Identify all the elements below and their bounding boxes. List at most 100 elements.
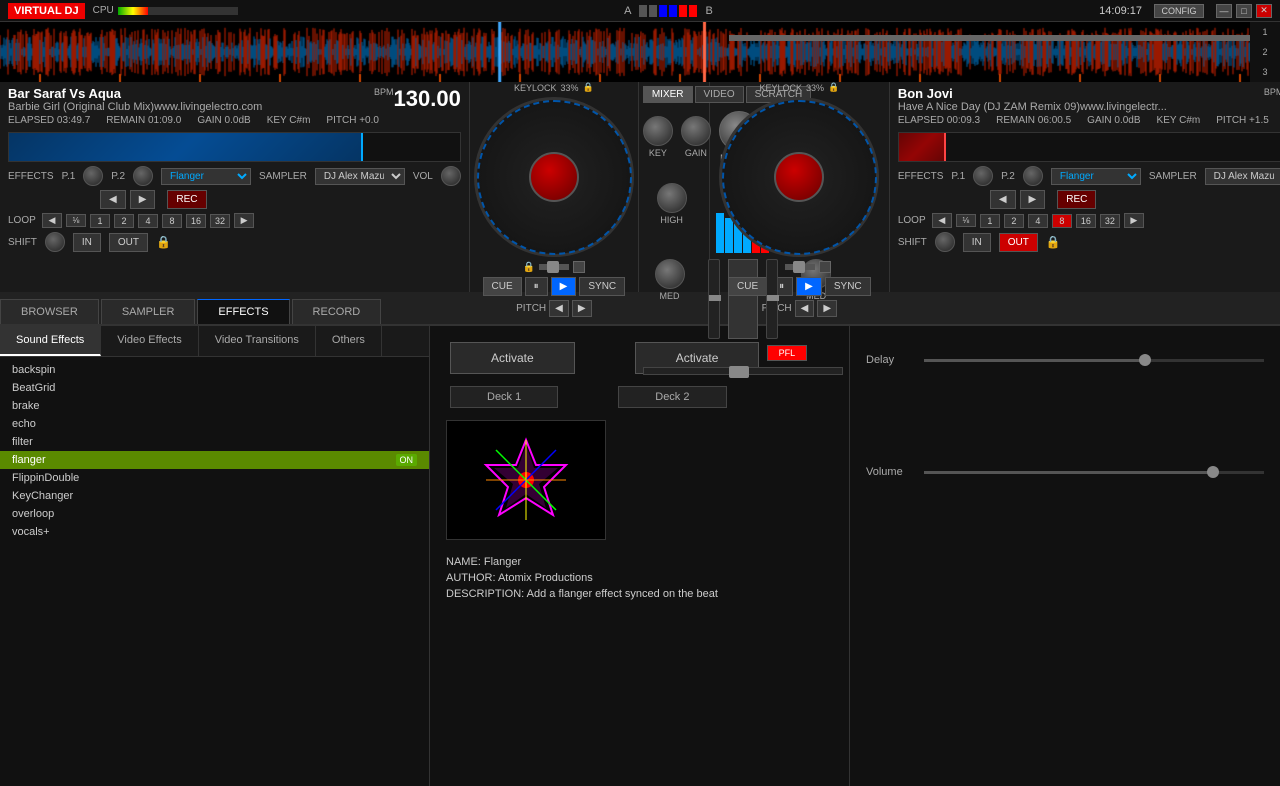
play-left[interactable]: ▶ <box>551 277 577 296</box>
sync-right[interactable]: SYNC <box>825 277 871 296</box>
pitch-right-up[interactable]: ▶ <box>817 300 837 317</box>
deck-left-sampler-select[interactable]: DJ Alex Mazur <box>315 168 405 185</box>
deck-right-in-btn[interactable]: IN <box>963 233 991 252</box>
deck-right-loop-4[interactable]: 4 <box>1028 214 1048 228</box>
deck-left-loop-8[interactable]: 8 <box>162 214 182 228</box>
deck-right-shift-knob[interactable] <box>935 232 955 252</box>
config-button[interactable]: CONFIG <box>1154 4 1204 18</box>
volume-slider-track[interactable] <box>924 471 1264 474</box>
deck-right-loop-32[interactable]: 32 <box>1100 214 1120 228</box>
deck-left-loop-1[interactable]: 1 <box>90 214 110 228</box>
deck2-btn[interactable]: Deck 2 <box>618 386 726 408</box>
deck-right-p2-knob[interactable] <box>1023 166 1043 186</box>
deck-right-out-btn[interactable]: OUT <box>999 233 1038 252</box>
effect-brake[interactable]: brake <box>0 397 429 415</box>
mixer-tab[interactable]: MIXER <box>643 86 693 103</box>
waveform-right[interactable] <box>640 22 1280 82</box>
turntable-left[interactable] <box>470 93 638 261</box>
waveform-left[interactable] <box>0 22 640 82</box>
video-transitions-tab[interactable]: Video Transitions <box>199 326 316 356</box>
deck-left-sampler-prev[interactable]: ◀ <box>100 190 126 209</box>
fader-right-handle[interactable] <box>767 295 779 301</box>
effect-vocals[interactable]: vocals+ <box>0 523 429 541</box>
fader-right[interactable] <box>766 259 778 339</box>
pitch-handle-left[interactable] <box>547 261 559 273</box>
video-effects-tab[interactable]: Video Effects <box>101 326 198 356</box>
turntable-right[interactable] <box>715 93 883 261</box>
pitch-left-down[interactable]: ◀ <box>549 300 569 317</box>
delay-slider-track[interactable] <box>924 359 1264 362</box>
deck-right-rec[interactable]: REC <box>1057 190 1096 209</box>
pause-left[interactable]: ⏸ <box>525 277 548 296</box>
deck-left-in-btn[interactable]: IN <box>73 233 101 252</box>
deck-right-loop-8[interactable]: 8 <box>1052 214 1072 228</box>
cue-right[interactable]: CUE <box>728 277 767 296</box>
deck-right-sampler-prev[interactable]: ◀ <box>990 190 1016 209</box>
pitch-right-down[interactable]: ◀ <box>795 300 815 317</box>
deck-left-out-btn[interactable]: OUT <box>109 233 148 252</box>
deck-left-shift-knob[interactable] <box>45 232 65 252</box>
browser-tab[interactable]: BROWSER <box>0 299 99 324</box>
record-tab[interactable]: RECORD <box>292 299 382 324</box>
key-knob[interactable] <box>643 116 673 146</box>
activate-btn-1[interactable]: Activate <box>450 342 575 374</box>
effect-echo[interactable]: echo <box>0 415 429 433</box>
deck-right-loop-16[interactable]: 16 <box>1076 214 1096 228</box>
deck-left-p2-knob[interactable] <box>133 166 153 186</box>
sampler-tab[interactable]: SAMPLER <box>101 299 196 324</box>
fader-left-handle[interactable] <box>709 295 721 301</box>
pitch-slider-left[interactable] <box>539 264 569 270</box>
effect-flippindouble[interactable]: FlippinDouble <box>0 469 429 487</box>
deck-right-loop-2[interactable]: 2 <box>1004 214 1024 228</box>
effect-beatgrid[interactable]: BeatGrid <box>0 379 429 397</box>
deck-right-loop-1-8[interactable]: ⅛ <box>956 214 976 227</box>
pitch-slider-right[interactable] <box>785 264 815 270</box>
effects-tab[interactable]: EFFECTS <box>197 299 289 324</box>
effect-backspin[interactable]: backspin <box>0 361 429 379</box>
deck-left-sampler-next[interactable]: ▶ <box>130 190 156 209</box>
deck-left-loop-nav-left[interactable]: ◀ <box>42 213 62 228</box>
deck-right-p1-knob[interactable] <box>973 166 993 186</box>
effect-keychanger[interactable]: KeyChanger <box>0 487 429 505</box>
deck-right-sampler-select[interactable]: DJ Alex Mazur <box>1205 168 1280 185</box>
cue-left[interactable]: CUE <box>483 277 522 296</box>
deck-left-vol-knob[interactable] <box>441 166 461 186</box>
deck1-btn[interactable]: Deck 1 <box>450 386 558 408</box>
close-button[interactable]: ✕ <box>1256 4 1272 18</box>
play-right[interactable]: ▶ <box>796 277 822 296</box>
deck-right-loop-nav-right[interactable]: ▶ <box>1124 213 1144 228</box>
deck-left-loop-2[interactable]: 2 <box>114 214 134 228</box>
delay-slider-handle[interactable] <box>1139 354 1151 366</box>
deck-left-p1-knob[interactable] <box>83 166 103 186</box>
pitch-handle-right[interactable] <box>793 261 805 273</box>
deck-right-waveform[interactable] <box>898 132 1280 162</box>
pitch-left-up[interactable]: ▶ <box>572 300 592 317</box>
maximize-button[interactable]: □ <box>1236 4 1252 18</box>
deck-left-loop-16[interactable]: 16 <box>186 214 206 228</box>
effect-flanger[interactable]: flanger ON <box>0 451 429 469</box>
deck-left-loop-1-8[interactable]: ⅛ <box>66 214 86 227</box>
deck-left-waveform[interactable] <box>8 132 461 162</box>
crossfader-track[interactable] <box>643 367 843 375</box>
effect-overloop[interactable]: overloop <box>0 505 429 523</box>
med-l-knob[interactable] <box>655 259 685 289</box>
deck-right-loop-1[interactable]: 1 <box>980 214 1000 228</box>
minimize-button[interactable]: — <box>1216 4 1232 18</box>
fader-left[interactable] <box>708 259 720 339</box>
deck-left-fx-select[interactable]: Flanger <box>161 168 251 185</box>
sound-effects-tab[interactable]: Sound Effects <box>0 326 101 356</box>
high-l-knob[interactable] <box>657 183 687 213</box>
deck-left-loop-nav-right[interactable]: ▶ <box>234 213 254 228</box>
effect-filter[interactable]: filter <box>0 433 429 451</box>
gain-knob[interactable] <box>681 116 711 146</box>
deck-right-loop-nav-left[interactable]: ◀ <box>932 213 952 228</box>
crossfader-handle[interactable] <box>729 366 749 378</box>
volume-slider-handle[interactable] <box>1207 466 1219 478</box>
deck-right-sampler-next[interactable]: ▶ <box>1020 190 1046 209</box>
sync-left[interactable]: SYNC <box>579 277 625 296</box>
deck-right-fx-select[interactable]: Flanger <box>1051 168 1141 185</box>
others-tab[interactable]: Others <box>316 326 382 356</box>
deck-left-loop-4[interactable]: 4 <box>138 214 158 228</box>
deck-left-rec[interactable]: REC <box>167 190 206 209</box>
deck-left-loop-32[interactable]: 32 <box>210 214 230 228</box>
